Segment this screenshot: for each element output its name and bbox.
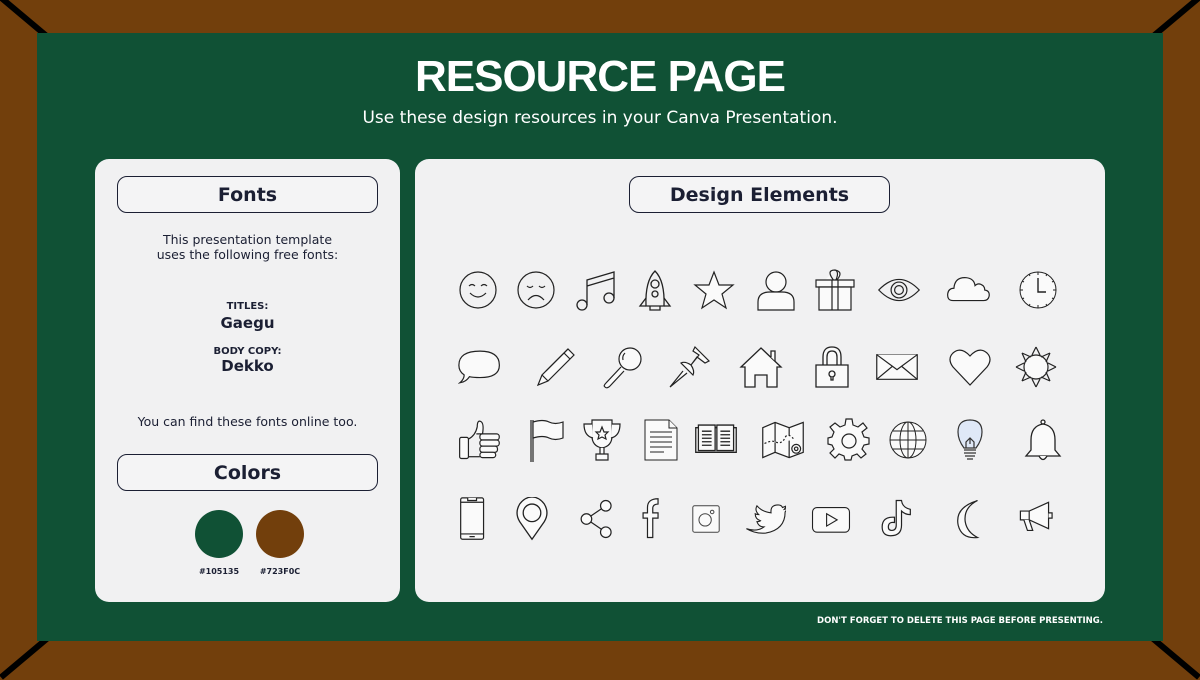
frame-corner-line-br [1151, 636, 1200, 680]
fonts-intro-line1: This presentation template [162, 232, 333, 247]
sad-face-icon[interactable] [514, 268, 558, 312]
page-title: RESOURCE PAGE [414, 52, 786, 101]
envelope-icon[interactable] [875, 345, 919, 389]
smartphone-icon[interactable] [451, 497, 495, 541]
youtube-icon[interactable] [809, 497, 853, 541]
body-font-name: Dekko [221, 357, 274, 375]
titles-font-name: Gaegu [220, 314, 275, 332]
pencil-icon[interactable] [534, 345, 578, 389]
rocket-icon[interactable] [633, 268, 677, 312]
music-note-icon[interactable] [574, 268, 618, 312]
body-copy-label: BODY COPY: [213, 346, 282, 357]
fonts-colors-panel: Fonts This presentation template uses th… [95, 159, 400, 602]
gift-icon[interactable] [813, 268, 857, 312]
smiley-face-icon[interactable] [456, 268, 500, 312]
colors-heading: Colors [117, 454, 378, 491]
gear-icon[interactable] [827, 418, 871, 462]
cloud-icon[interactable] [946, 268, 990, 312]
color-swatch-brown [256, 510, 304, 558]
location-pin-icon[interactable] [510, 497, 554, 541]
facebook-icon[interactable] [629, 497, 673, 541]
eye-icon[interactable] [877, 268, 921, 312]
share-icon[interactable] [575, 497, 619, 541]
color-hex-green: #105135 [198, 567, 240, 576]
flag-icon[interactable] [525, 418, 569, 462]
footer-note: DON'T FORGET TO DELETE THIS PAGE BEFORE … [817, 616, 1103, 626]
user-icon[interactable] [754, 268, 798, 312]
clock-icon[interactable] [1016, 268, 1060, 312]
color-hex-brown: #723F0C [259, 567, 301, 576]
color-swatch-green [195, 510, 243, 558]
map-icon[interactable] [761, 418, 805, 462]
padlock-icon[interactable] [810, 345, 854, 389]
fonts-intro-line2: uses the following free fonts: [156, 247, 339, 262]
sun-icon[interactable] [1014, 345, 1058, 389]
titles-label: TITLES: [226, 301, 269, 312]
lightbulb-icon[interactable] [948, 418, 992, 462]
magnifier-icon[interactable] [600, 345, 644, 389]
fonts-note: You can find these fonts online too. [137, 414, 358, 429]
twitter-icon[interactable] [742, 497, 786, 541]
trophy-icon[interactable] [580, 418, 624, 462]
heart-icon[interactable] [948, 345, 992, 389]
thumbs-up-icon[interactable] [457, 418, 501, 462]
fonts-heading: Fonts [117, 176, 378, 213]
star-icon[interactable] [692, 268, 736, 312]
open-book-icon[interactable] [694, 418, 738, 462]
bell-icon[interactable] [1021, 418, 1065, 462]
tiktok-icon[interactable] [876, 497, 920, 541]
page-subtitle: Use these design resources in your Canva… [362, 108, 838, 128]
instagram-icon[interactable] [684, 497, 728, 541]
crescent-moon-icon[interactable] [952, 497, 996, 541]
globe-icon[interactable] [886, 418, 930, 462]
speech-bubble-icon[interactable] [458, 345, 502, 389]
document-icon[interactable] [639, 418, 683, 462]
design-elements-heading: Design Elements [629, 176, 890, 213]
megaphone-icon[interactable] [1016, 497, 1060, 541]
pushpin-icon[interactable] [667, 345, 711, 389]
frame-corner-line-bl [0, 636, 49, 680]
house-icon[interactable] [739, 345, 783, 389]
